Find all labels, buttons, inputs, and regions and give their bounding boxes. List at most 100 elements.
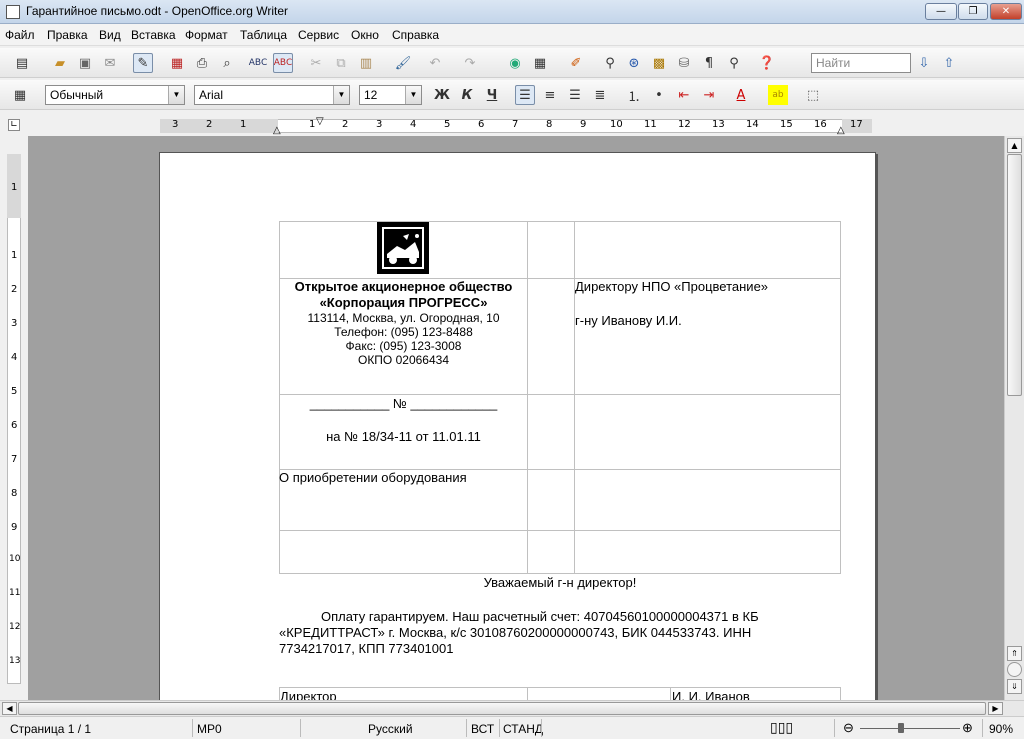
- menu-view[interactable]: Вид: [99, 28, 121, 42]
- table-cell[interactable]: [527, 278, 575, 395]
- chevron-down-icon[interactable]: ▼: [168, 86, 184, 104]
- print-icon[interactable]: ⎙: [192, 53, 212, 73]
- underline-button[interactable]: Ч: [482, 85, 502, 105]
- redo-icon[interactable]: ↷: [460, 53, 480, 73]
- paste-icon[interactable]: ▥: [356, 53, 376, 73]
- menu-edit[interactable]: Правка: [47, 28, 88, 42]
- table-cell[interactable]: [279, 530, 528, 574]
- align-left-icon[interactable]: ☰: [515, 85, 535, 105]
- document-page[interactable]: Открытое акционерное общество «Корпораци…: [159, 152, 876, 700]
- table-cell[interactable]: [574, 394, 841, 470]
- formatting-marks-icon[interactable]: ¶: [699, 53, 719, 73]
- page-indicator[interactable]: Страница 1 / 1: [10, 722, 91, 736]
- chevron-down-icon[interactable]: ▼: [405, 86, 421, 104]
- tab-type-icon[interactable]: ∟: [8, 119, 20, 131]
- maximize-button[interactable]: ❐: [958, 3, 988, 20]
- scroll-up-icon[interactable]: ▲: [1007, 138, 1022, 153]
- minimize-button[interactable]: —: [925, 3, 957, 20]
- styles-icon[interactable]: ▦: [10, 85, 30, 105]
- table-cell[interactable]: [574, 278, 841, 395]
- insert-mode[interactable]: ВСТ: [471, 722, 494, 736]
- table-icon[interactable]: ▦: [530, 53, 550, 73]
- menu-window[interactable]: Окно: [351, 28, 379, 42]
- scroll-left-icon[interactable]: ◀: [2, 702, 17, 715]
- bullets-icon[interactable]: •: [649, 85, 669, 105]
- decrease-indent-icon[interactable]: ⇤: [674, 85, 694, 105]
- view-layout-icon[interactable]: ▯▯▯: [770, 719, 793, 736]
- menu-format[interactable]: Формат: [185, 28, 228, 42]
- menu-insert[interactable]: Вставка: [131, 28, 176, 42]
- hyperlink-icon[interactable]: ◉: [505, 53, 525, 73]
- find-replace-icon[interactable]: ⚲: [600, 53, 620, 73]
- zoom-level[interactable]: 90%: [989, 722, 1013, 736]
- left-margin-marker[interactable]: △: [273, 125, 281, 136]
- open-icon[interactable]: ▰: [50, 53, 70, 73]
- indent-marker[interactable]: ▽: [316, 116, 324, 127]
- zoom-out-icon[interactable]: ⊖: [843, 720, 854, 736]
- save-icon[interactable]: ▣: [75, 53, 95, 73]
- export-pdf-icon[interactable]: ▦: [167, 53, 187, 73]
- table-cell[interactable]: [574, 530, 841, 574]
- font-name-select[interactable]: Arial ▼: [194, 85, 350, 105]
- zoom-in-icon[interactable]: ⊕: [962, 720, 973, 736]
- print-preview-icon[interactable]: ⌕: [217, 53, 237, 73]
- new-document-icon[interactable]: ▤: [12, 53, 32, 73]
- table-cell[interactable]: [574, 469, 841, 531]
- font-color-icon[interactable]: A: [731, 85, 751, 105]
- data-sources-icon[interactable]: ⛁: [674, 53, 694, 73]
- italic-button[interactable]: К: [457, 85, 477, 105]
- find-previous-icon[interactable]: ⇧: [939, 53, 959, 73]
- table-cell[interactable]: [527, 221, 575, 279]
- help-icon[interactable]: ❓: [757, 53, 777, 73]
- copy-icon[interactable]: ⧉: [331, 53, 351, 73]
- numbering-icon[interactable]: ⒈: [624, 85, 644, 105]
- language-indicator[interactable]: Русский: [368, 722, 413, 736]
- undo-icon[interactable]: ↶: [425, 53, 445, 73]
- menu-table[interactable]: Таблица: [240, 28, 287, 42]
- paragraph-style-select[interactable]: Обычный ▼: [45, 85, 185, 105]
- navigator-icon[interactable]: ⊛: [624, 53, 644, 73]
- autospell-icon[interactable]: ABC: [273, 53, 293, 73]
- edit-mode-icon[interactable]: ✎: [133, 53, 153, 73]
- horizontal-scroll-thumb[interactable]: [18, 702, 986, 715]
- vertical-scrollbar[interactable]: ▲ ⇑ ⇓: [1004, 136, 1024, 700]
- bold-button[interactable]: Ж: [432, 85, 452, 105]
- zoom-icon[interactable]: ⚲: [724, 53, 744, 73]
- scroll-right-icon[interactable]: ▶: [988, 702, 1003, 715]
- justify-icon[interactable]: ≣: [590, 85, 610, 105]
- selection-mode[interactable]: СТАНД: [503, 722, 543, 736]
- document-area[interactable]: Открытое акционерное общество «Корпораци…: [28, 136, 1004, 700]
- clone-format-icon[interactable]: 🖌: [393, 53, 413, 73]
- menu-help[interactable]: Справка: [392, 28, 439, 42]
- close-button[interactable]: ✕: [990, 3, 1022, 20]
- gallery-icon[interactable]: ▩: [649, 53, 669, 73]
- chevron-down-icon[interactable]: ▼: [333, 86, 349, 104]
- find-next-icon[interactable]: ⇩: [914, 53, 934, 73]
- page-style[interactable]: МР0: [197, 722, 222, 736]
- cut-icon[interactable]: ✂: [306, 53, 326, 73]
- align-right-icon[interactable]: ☰: [565, 85, 585, 105]
- font-size-select[interactable]: 12 ▼: [359, 85, 422, 105]
- horizontal-scrollbar[interactable]: ◀ ▶: [0, 700, 1024, 716]
- highlight-icon[interactable]: ab: [768, 85, 788, 105]
- zoom-slider[interactable]: [898, 723, 904, 733]
- background-color-icon[interactable]: ⬚: [803, 85, 823, 105]
- email-icon[interactable]: ✉: [100, 53, 120, 73]
- table-cell[interactable]: [527, 394, 575, 470]
- navigation-icon[interactable]: [1007, 662, 1022, 677]
- table-cell[interactable]: [527, 530, 575, 574]
- draw-functions-icon[interactable]: ✐: [566, 53, 586, 73]
- vertical-ruler[interactable]: 1 1 2 3 4 5 6 7 8 9 10 11 12 13: [0, 136, 28, 700]
- find-input[interactable]: Найти: [811, 53, 911, 73]
- menu-tools[interactable]: Сервис: [298, 28, 339, 42]
- spellcheck-icon[interactable]: ABC: [248, 53, 268, 73]
- vertical-scroll-thumb[interactable]: [1007, 154, 1022, 396]
- menu-file[interactable]: Файл: [5, 28, 35, 42]
- horizontal-ruler[interactable]: ∟ 3 2 1 1 2 3 4 5 6 7 8 9 10 11 12 13 14…: [0, 116, 1024, 136]
- increase-indent-icon[interactable]: ⇥: [699, 85, 719, 105]
- right-margin-marker[interactable]: △: [837, 125, 845, 136]
- previous-page-icon[interactable]: ⇑: [1007, 646, 1022, 661]
- align-center-icon[interactable]: ≡: [540, 85, 560, 105]
- table-cell[interactable]: [574, 221, 841, 279]
- next-page-icon[interactable]: ⇓: [1007, 679, 1022, 694]
